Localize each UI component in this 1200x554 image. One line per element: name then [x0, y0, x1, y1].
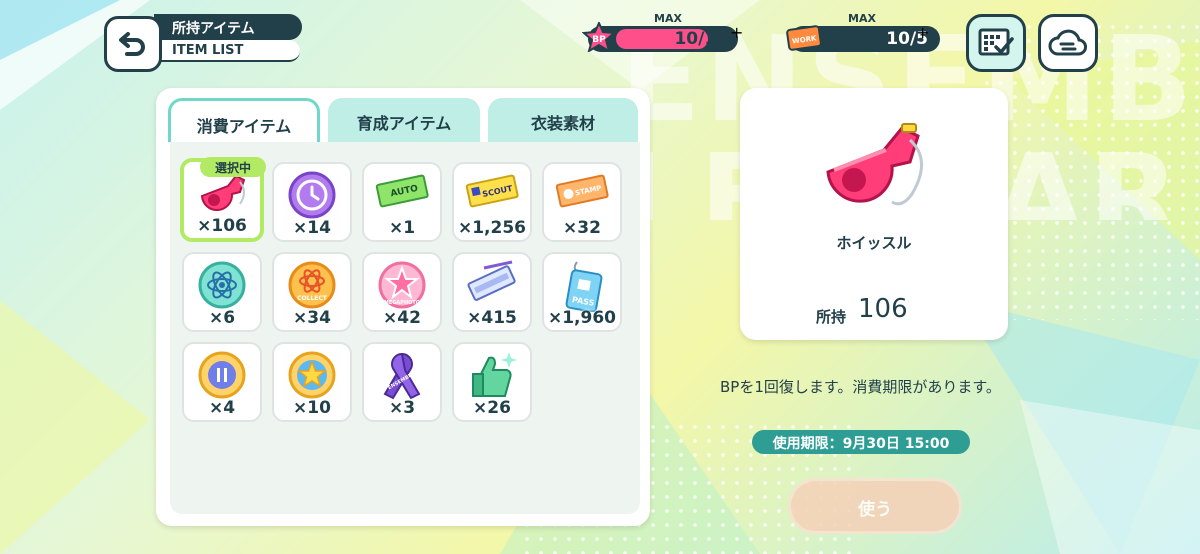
stamp-ticket-icon: STAMP	[555, 174, 609, 208]
item-count: ×34	[293, 308, 331, 328]
blue-star-medal-icon	[288, 351, 336, 399]
work-add-button[interactable]: +	[916, 23, 929, 42]
bp-max-label: MAX	[654, 12, 682, 25]
item-cell[interactable]: SCOUT ×1,256	[452, 162, 532, 242]
svg-text:MEGAPHOTO: MEGAPHOTO	[384, 300, 420, 306]
tab-costume-materials[interactable]: 衣装素材	[488, 98, 638, 142]
use-button[interactable]: 使う	[788, 478, 962, 534]
calendar-check-icon	[978, 28, 1014, 56]
auto-ticket-icon: AUTO	[375, 174, 429, 208]
item-count: ×3	[388, 398, 416, 418]
svg-text:BP: BP	[592, 35, 606, 45]
item-count: ×415	[467, 308, 517, 328]
item-count: ×42	[383, 308, 421, 328]
cloud-icon	[1048, 29, 1087, 56]
item-count: ×1	[388, 218, 416, 238]
item-description: BPを1回復します。消費期限があります。	[720, 378, 1001, 396]
expiry-badge: 使用期限：9月30日 15:00	[752, 430, 970, 454]
clock-medal-icon	[288, 171, 336, 219]
pass-tag-icon: PASS	[565, 261, 603, 312]
item-count: ×6	[208, 308, 236, 328]
item-detail-name: ホイッスル	[836, 234, 912, 252]
work-value: 10/5	[886, 29, 928, 49]
item-cell[interactable]: MEGAPHOTO ×42	[362, 252, 442, 332]
item-count: ×1,256	[457, 218, 527, 238]
calendar-button[interactable]	[966, 14, 1026, 72]
star-medal-icon: MEGAPHOTO	[378, 261, 426, 309]
item-cell[interactable]: PASS ×1,960	[542, 252, 622, 332]
work-gauge: MAX 10/5 WORK	[784, 12, 964, 56]
ticket-pair-icon	[467, 260, 516, 301]
item-cell[interactable]: ×4	[182, 342, 262, 422]
whistle-large-icon	[826, 123, 923, 206]
item-count: ×106	[197, 216, 247, 236]
item-cell[interactable]: ×14	[272, 162, 352, 242]
item-cell[interactable]: ×415	[452, 252, 532, 332]
owned-label: 所持	[816, 308, 847, 326]
item-count: ×4	[208, 398, 236, 418]
item-cell[interactable]: STAMP ×32	[542, 162, 622, 242]
selected-badge: 選択中	[200, 157, 266, 177]
item-cell[interactable]: COLLECT ×34	[272, 252, 352, 332]
work-badge-icon: WORK	[786, 25, 822, 51]
owned-value: 106	[858, 294, 908, 324]
tab-training-items[interactable]: 育成アイテム	[328, 98, 480, 142]
bp-value-text: 10/10	[674, 29, 728, 49]
back-button[interactable]	[104, 16, 162, 72]
pause-medal-icon	[198, 351, 246, 399]
svg-text:COLLECT: COLLECT	[297, 295, 328, 302]
page-subtitle: ITEM LIST	[154, 40, 300, 62]
bp-add-button[interactable]: +	[730, 23, 743, 42]
item-count: ×14	[293, 218, 331, 238]
work-max-label: MAX	[848, 12, 876, 25]
item-cell[interactable]: ×26	[452, 342, 532, 422]
item-cell[interactable]: ×10	[272, 342, 352, 422]
page-title: 所持アイテム	[154, 14, 302, 40]
item-count: ×32	[563, 218, 601, 238]
item-count: ×10	[293, 398, 331, 418]
collect-medal-icon: COLLECT	[288, 261, 336, 309]
scout-ticket-icon: SCOUT	[465, 174, 519, 208]
bp-star-icon: BP	[582, 22, 616, 52]
cloud-menu-button[interactable]	[1038, 14, 1098, 72]
atom-medal-icon	[198, 261, 246, 309]
back-arrow-icon	[119, 32, 145, 56]
item-cell[interactable]: AUTO ×1	[362, 162, 442, 242]
item-cell[interactable]: ×6	[182, 252, 262, 332]
item-cell[interactable]: ENSEMBLE ×3	[362, 342, 442, 422]
item-count: ×26	[473, 398, 511, 418]
item-count: ×1,960	[547, 308, 617, 328]
ribbon-icon: ENSEMBLE	[383, 352, 421, 400]
tab-consumable-items[interactable]: 消費アイテム	[168, 98, 320, 142]
thumbs-up-icon	[472, 352, 517, 397]
